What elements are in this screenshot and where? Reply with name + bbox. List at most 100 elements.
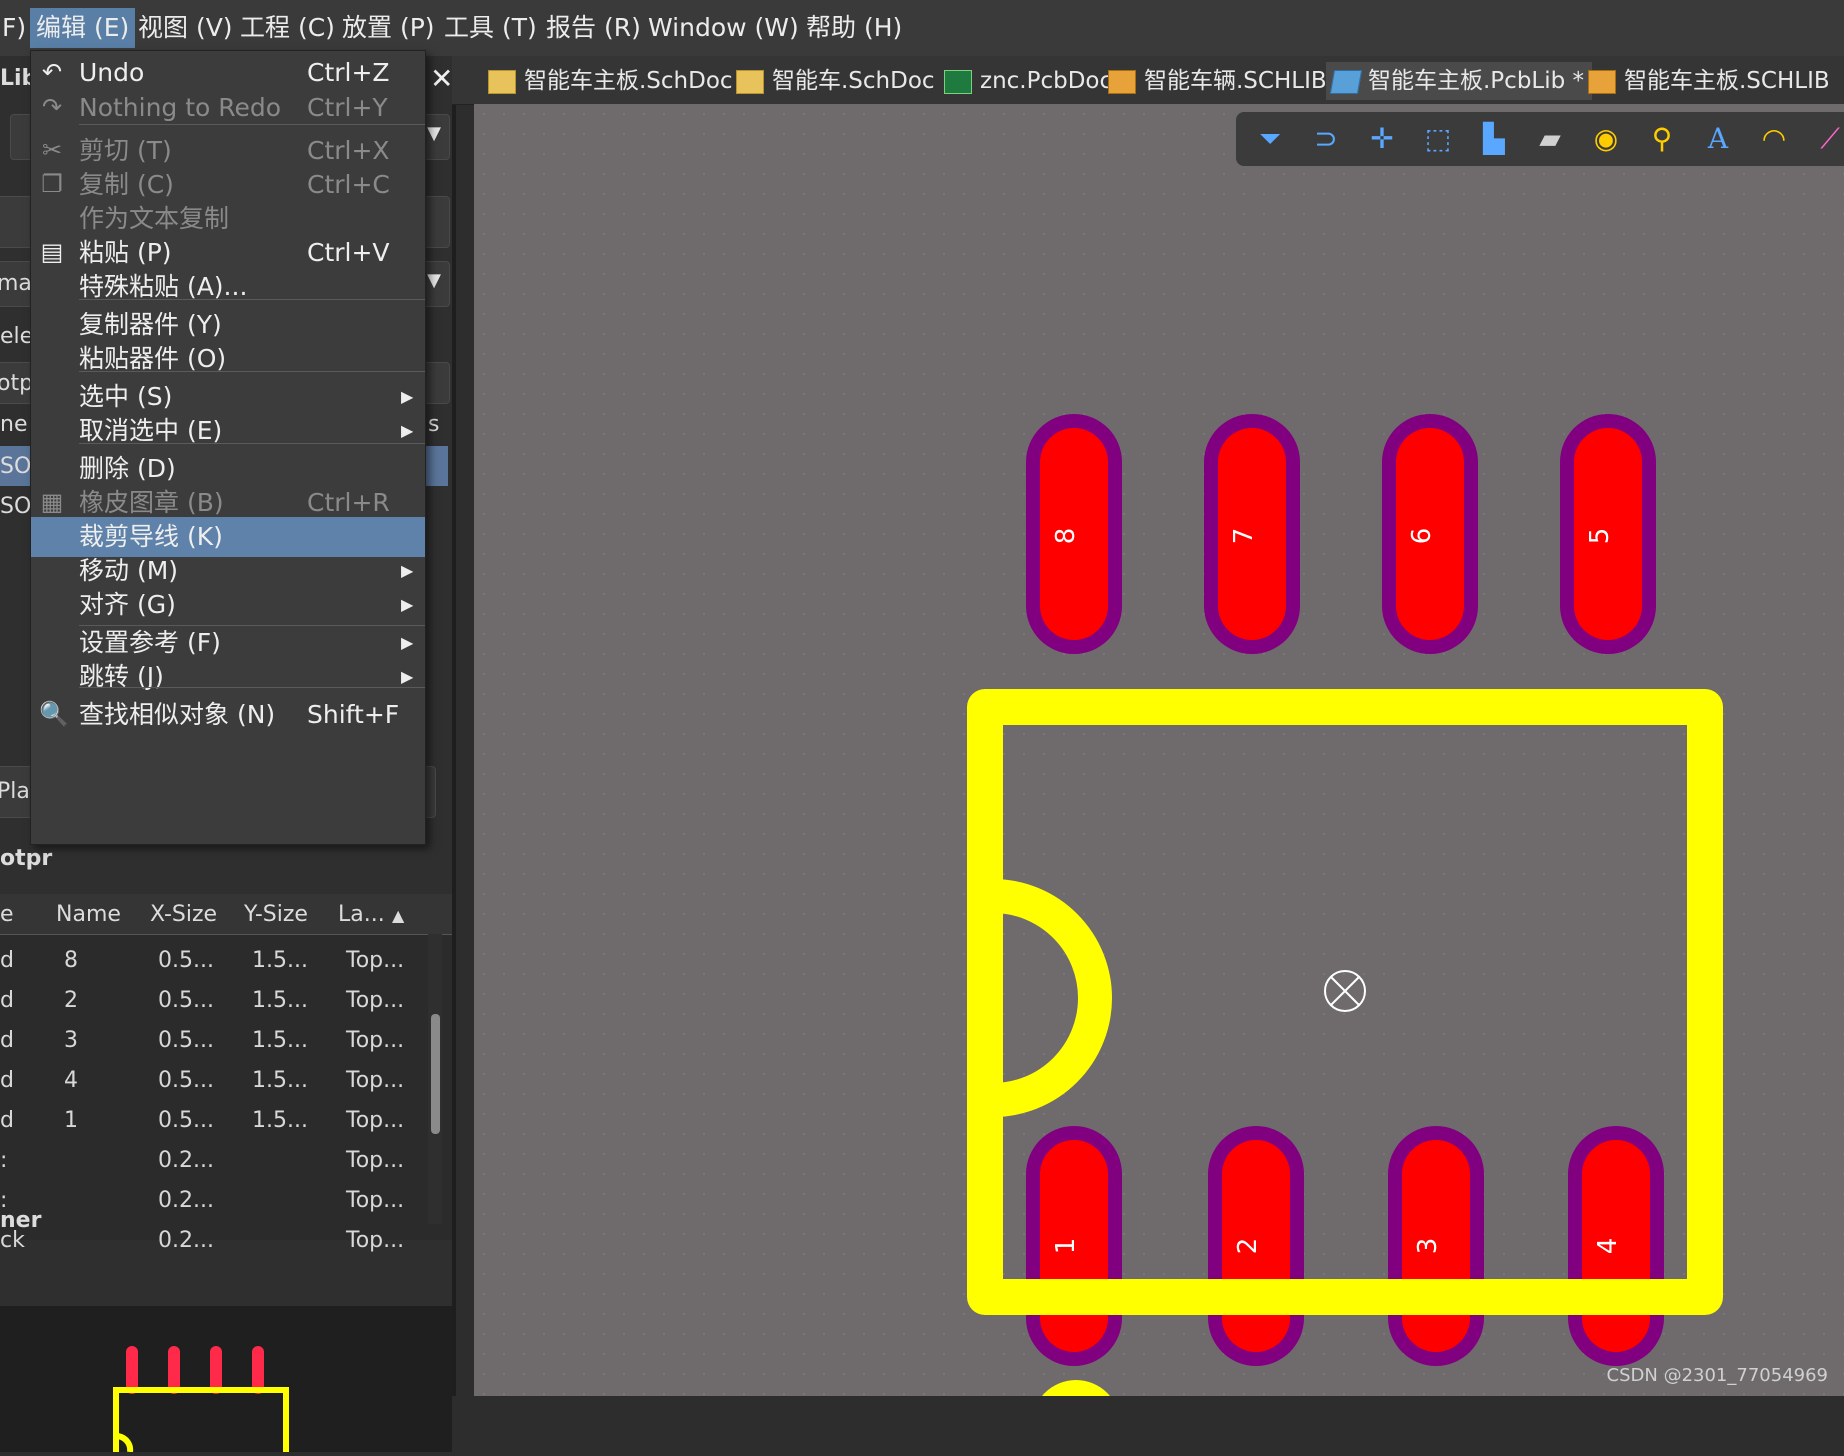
- pad-label: 7: [1229, 528, 1259, 545]
- table-header: e Name X-Size Y-Size La... ▲: [0, 894, 452, 935]
- menu-place[interactable]: 放置 (P): [336, 8, 441, 48]
- pcb-canvas[interactable]: 8 7 6 5 1 2 3 4 CSDN @2301_77054969: [474, 104, 1844, 1396]
- sort-up-icon: ▲: [392, 906, 405, 925]
- table-row[interactable]: ck 0.2... Top...: [0, 1220, 430, 1260]
- col-xsize[interactable]: X-Size: [150, 902, 217, 927]
- tab-label: 智能车.SchDoc: [772, 68, 935, 94]
- menu-item[interactable]: 对齐 (G) ▶: [31, 585, 425, 625]
- table-row[interactable]: :0.2... Top...: [0, 1180, 430, 1220]
- component-icon[interactable]: ▰: [1530, 120, 1570, 158]
- menu-item-label: 特殊粘贴 (A)...: [79, 272, 248, 301]
- line-icon[interactable]: ⟋: [1810, 120, 1844, 158]
- menu-separator: [79, 625, 425, 626]
- menu-file[interactable]: F): [0, 8, 32, 48]
- via-icon[interactable]: ⚲: [1642, 120, 1682, 158]
- table-row[interactable]: d 3 0.5... 1.5... Top...: [0, 1020, 430, 1060]
- menu-help[interactable]: 帮助 (H): [800, 8, 908, 48]
- menu-item[interactable]: 特殊粘贴 (A)...: [31, 267, 425, 307]
- table-cell: Top...: [346, 988, 405, 1013]
- pcbdoc-icon: [944, 70, 972, 94]
- name-column: ne: [0, 412, 28, 437]
- table-row[interactable]: d 4 0.5... 1.5... Top...: [0, 1060, 430, 1100]
- tab-pcblib[interactable]: 智能车主板.PcbLib *: [1326, 62, 1593, 100]
- pad-3[interactable]: 3: [1388, 1126, 1484, 1366]
- menu-item-label: 查找相似对象 (N): [79, 700, 276, 729]
- pin1-notch[interactable]: [992, 879, 1112, 1117]
- pad-4[interactable]: 4: [1568, 1126, 1664, 1366]
- preview-outline: [113, 1387, 289, 1456]
- table-cell: 1.5...: [252, 948, 308, 973]
- pad-5[interactable]: 5: [1560, 414, 1656, 654]
- tab-schlib-vehicle[interactable]: 智能车辆.SCHLIB: [1102, 62, 1335, 100]
- pad-label: 5: [1585, 528, 1615, 545]
- col-name[interactable]: Name: [56, 902, 121, 927]
- table-scrollbar[interactable]: [428, 934, 442, 1224]
- col-type[interactable]: e: [0, 902, 14, 927]
- document-tabs: 智能车主板.SchDoc 智能车.SchDoc znc.PcbDoc 智能车辆.…: [452, 56, 1844, 105]
- menu-bar: F) 编辑 (E) 视图 (V) 工程 (C) 放置 (P) 工具 (T) 报告…: [0, 0, 1844, 57]
- snap-icon[interactable]: ⊃: [1306, 120, 1346, 158]
- chevron-down-icon: ▼: [427, 123, 441, 144]
- tab-schdoc-main[interactable]: 智能车主板.SchDoc: [482, 62, 741, 100]
- partial-shape: [1042, 1380, 1110, 1396]
- menu-tools[interactable]: 工具 (T): [438, 8, 543, 48]
- pad-label: 8: [1051, 528, 1081, 545]
- chevron-right-icon: ▶: [401, 595, 414, 614]
- menu-item-label: 取消选中 (E): [79, 416, 223, 445]
- table-cell: 4: [64, 1068, 78, 1093]
- filter-icon[interactable]: ⏷: [1250, 120, 1290, 158]
- table-row[interactable]: d 1 0.5... 1.5... Top...: [0, 1100, 430, 1140]
- table-row[interactable]: d 8 0.5... 1.5... Top...: [0, 940, 430, 980]
- tab-schlib-main[interactable]: 智能车主板.SCHLIB: [1582, 62, 1838, 100]
- menu-view[interactable]: 视图 (V): [132, 8, 239, 48]
- cross-icon[interactable]: ✛: [1362, 120, 1402, 158]
- text-icon[interactable]: A: [1698, 120, 1738, 158]
- paste-icon: ▤: [40, 238, 64, 266]
- select-label: ele: [0, 324, 34, 349]
- footprint-label: otp: [0, 371, 34, 396]
- pad-label: 3: [1413, 1238, 1443, 1255]
- table-cell: 3: [64, 1028, 78, 1053]
- pad-1[interactable]: 1: [1026, 1126, 1122, 1366]
- redo-icon: ↷: [41, 93, 63, 121]
- schlib-icon: [1108, 70, 1136, 94]
- menu-item[interactable]: 粘贴器件 (O): [31, 339, 425, 379]
- menu-edit[interactable]: 编辑 (E): [30, 8, 136, 48]
- tab-label: 智能车主板.SchDoc: [524, 68, 733, 94]
- menu-item-shortcut: Ctrl+Z: [307, 58, 390, 87]
- table-row[interactable]: d 2 0.5... 1.5... Top...: [0, 980, 430, 1020]
- table-row[interactable]: :0.2... Top...: [0, 1140, 430, 1180]
- table-cell: 8: [64, 948, 78, 973]
- menu-item[interactable]: 取消选中 (E) ▶: [31, 411, 425, 451]
- pad-8[interactable]: 8: [1026, 414, 1122, 654]
- pad-6[interactable]: 6: [1382, 414, 1478, 654]
- menu-item[interactable]: 🔍 查找相似对象 (N) Shift+F: [31, 695, 425, 735]
- table-cell: 0.2...: [158, 1228, 214, 1253]
- menu-item-label: 对齐 (G): [79, 590, 176, 619]
- col-layer[interactable]: La...: [338, 902, 385, 927]
- menu-window[interactable]: Window (W): [642, 8, 805, 48]
- col-ysize[interactable]: Y-Size: [244, 902, 308, 927]
- menu-item[interactable]: 跳转 (J) ▶: [31, 657, 425, 697]
- scrollbar-thumb[interactable]: [431, 1014, 440, 1134]
- menu-item[interactable]: ↶ Undo Ctrl+Z: [31, 53, 425, 93]
- select-rect-icon[interactable]: ⬚: [1418, 120, 1458, 158]
- pad-icon[interactable]: ◉: [1586, 120, 1626, 158]
- arc-icon[interactable]: ◠: [1754, 120, 1794, 158]
- menu-item[interactable]: ↷ Nothing to Redo Ctrl+Y: [31, 88, 425, 128]
- tab-schdoc-car[interactable]: 智能车.SchDoc: [730, 62, 943, 100]
- menu-separator: [79, 443, 425, 444]
- align-chart-icon[interactable]: ▙: [1474, 120, 1514, 158]
- copy-icon: ❐: [41, 170, 63, 198]
- menu-reports[interactable]: 报告 (R): [540, 8, 647, 48]
- table-cell: 0.5...: [158, 1108, 214, 1133]
- table-cell: d: [0, 988, 14, 1013]
- menu-project[interactable]: 工程 (C): [234, 8, 341, 48]
- pad-7[interactable]: 7: [1204, 414, 1300, 654]
- pad-2[interactable]: 2: [1208, 1126, 1304, 1366]
- table-cell: Top...: [346, 1188, 405, 1213]
- origin-marker-icon: [1324, 970, 1366, 1012]
- close-icon[interactable]: ✕: [430, 62, 453, 95]
- tab-pcbdoc[interactable]: znc.PcbDoc: [938, 62, 1120, 100]
- edit-menu-dropdown: ↶ Undo Ctrl+Z ↷ Nothing to Redo Ctrl+Y ✂ 剪切 (T)…: [30, 50, 426, 845]
